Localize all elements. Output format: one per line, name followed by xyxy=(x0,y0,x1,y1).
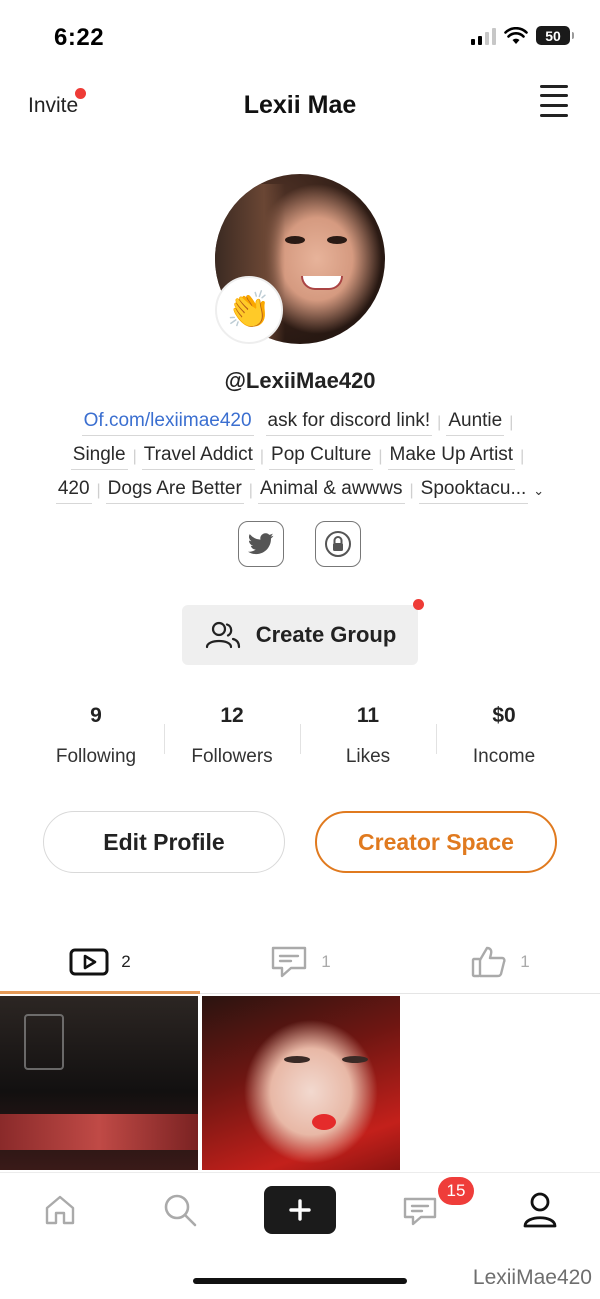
nav-profile[interactable] xyxy=(515,1185,565,1235)
bio-tags: Of.com/lexiimae420 ask for discord link!… xyxy=(30,406,570,508)
edit-profile-button[interactable]: Edit Profile xyxy=(43,811,285,873)
bio-tag[interactable]: Spooktacu... xyxy=(418,478,529,504)
tab-count: 2 xyxy=(121,951,131,971)
plus-icon xyxy=(289,1199,311,1221)
stat-followers[interactable]: 12 Followers xyxy=(164,704,300,768)
locked-link-button[interactable] xyxy=(315,521,361,567)
menu-notification-dot xyxy=(540,85,568,88)
create-group-notification-dot xyxy=(413,599,424,610)
cellular-signal-icon xyxy=(471,27,496,45)
bio-tag[interactable]: Dogs Are Better xyxy=(105,478,244,504)
bio-tag[interactable]: Make Up Artist xyxy=(387,444,516,470)
nav-home[interactable] xyxy=(35,1185,85,1235)
profile-username: @LexiiMae420 xyxy=(224,368,376,393)
bottom-nav: 15 xyxy=(0,1172,600,1248)
status-time: 6:22 xyxy=(54,24,105,51)
battery-indicator: 50 xyxy=(536,26,574,45)
twitter-icon xyxy=(248,533,274,555)
stat-value: $0 xyxy=(492,704,516,727)
thumbs-up-icon xyxy=(472,946,506,977)
stat-income[interactable]: $0 Income xyxy=(436,704,572,768)
stat-label: Likes xyxy=(345,746,391,767)
stat-value: 11 xyxy=(356,704,380,727)
video-icon xyxy=(69,948,109,975)
home-icon xyxy=(45,1195,75,1225)
menu-button[interactable] xyxy=(540,85,570,120)
group-icon xyxy=(205,621,240,649)
expand-bio-chevron-icon[interactable]: ⌄ xyxy=(533,483,544,499)
status-bar: 6:22 50 xyxy=(0,0,600,72)
bio-tag[interactable]: Travel Addict xyxy=(141,444,255,470)
video-thumbnail[interactable] xyxy=(202,996,400,1170)
status-icons: 50 xyxy=(471,26,574,45)
wifi-icon xyxy=(504,26,528,44)
bio-tag[interactable]: Single xyxy=(70,444,128,470)
tab-count: 1 xyxy=(321,951,331,971)
bio-tag[interactable]: Auntie xyxy=(446,410,505,436)
clapping-hands-badge[interactable]: 👏 xyxy=(215,276,283,344)
profile-stats: 9 Following 12 Followers 11 Likes $0 Inc… xyxy=(28,704,572,768)
bio-link[interactable]: Of.com/lexiimae420 xyxy=(81,410,254,436)
bio-tag[interactable]: Pop Culture xyxy=(269,444,374,470)
twitter-link-button[interactable] xyxy=(238,521,284,567)
stat-following[interactable]: 9 Following xyxy=(28,704,164,768)
profile-header: Invite Lexii Mae xyxy=(0,72,600,142)
message-icon xyxy=(403,1197,437,1226)
create-group-button[interactable]: Create Group xyxy=(182,599,424,665)
video-grid xyxy=(0,996,600,1170)
messages-badge: 15 xyxy=(438,1177,474,1205)
create-post-button[interactable] xyxy=(264,1186,336,1234)
tab-count: 1 xyxy=(520,951,530,971)
tab-likes[interactable]: 1 xyxy=(400,930,600,993)
tab-videos[interactable]: 2 xyxy=(0,930,200,994)
stat-label: Followers xyxy=(191,746,273,767)
page-title: Lexii Mae xyxy=(243,91,357,119)
tab-comments[interactable]: 1 xyxy=(200,930,400,993)
watermark: LexiiMae420 xyxy=(472,1266,592,1289)
bio-tag[interactable]: Animal & awwws xyxy=(257,478,405,504)
create-group-label: Create Group xyxy=(255,622,397,647)
profile-icon xyxy=(523,1192,557,1228)
comment-icon xyxy=(272,946,307,977)
bio-tag[interactable]: ask for discord link! xyxy=(265,410,433,436)
stat-value: 9 xyxy=(90,704,102,727)
menu-icon xyxy=(540,94,568,97)
creator-space-button[interactable]: Creator Space xyxy=(315,811,557,873)
search-icon xyxy=(164,1194,197,1227)
content-tabs: 2 1 1 xyxy=(0,930,600,994)
stat-label: Following xyxy=(55,746,137,767)
stat-value: 12 xyxy=(220,704,244,727)
stat-likes[interactable]: 11 Likes xyxy=(300,704,436,768)
nav-search[interactable] xyxy=(155,1185,205,1235)
bio-tag[interactable]: 420 xyxy=(55,478,92,504)
video-thumbnail[interactable] xyxy=(0,996,198,1170)
lock-icon xyxy=(325,531,351,557)
stat-label: Income xyxy=(472,746,536,767)
home-indicator[interactable] xyxy=(193,1278,407,1284)
